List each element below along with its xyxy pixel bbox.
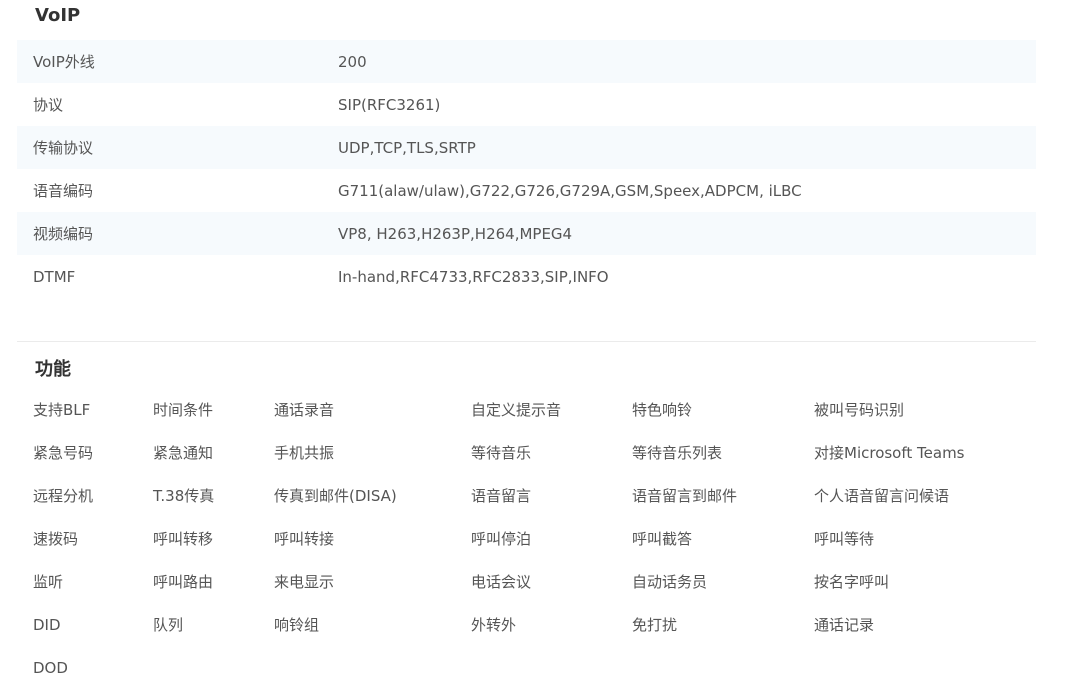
feature-item: 呼叫路由 xyxy=(153,573,214,591)
feature-item: 传真到邮件(DISA) xyxy=(274,487,397,505)
feature-item: 自定义提示音 xyxy=(471,401,562,419)
spec-row-audio-codec: 语音编码 G711(alaw/ulaw),G722,G726,G729A,GSM… xyxy=(17,169,1036,212)
spec-label: 传输协议 xyxy=(33,139,94,157)
feature-item: 呼叫停泊 xyxy=(471,530,532,548)
spec-label: 协议 xyxy=(33,96,64,114)
feature-item: 免打扰 xyxy=(632,616,678,634)
feature-item: 呼叫等待 xyxy=(814,530,875,548)
feature-item: 监听 xyxy=(33,573,64,591)
spec-row-transport: 传输协议 UDP,TCP,TLS,SRTP xyxy=(17,126,1036,169)
feature-item: 时间条件 xyxy=(153,401,214,419)
spec-row-dtmf: DTMF In-hand,RFC4733,RFC2833,SIP,INFO xyxy=(17,255,1036,298)
feature-item: 呼叫转移 xyxy=(153,530,214,548)
feature-item: 通话记录 xyxy=(814,616,875,634)
spec-value: UDP,TCP,TLS,SRTP xyxy=(338,138,476,157)
feature-item: 手机共振 xyxy=(274,444,335,462)
feature-item: 特色响铃 xyxy=(632,401,693,419)
feature-item: 速拨码 xyxy=(33,530,79,548)
spec-row-voip-lines: VoIP外线 200 xyxy=(17,40,1036,83)
feature-item: 对接Microsoft Teams xyxy=(814,444,965,462)
feature-item: 个人语音留言问候语 xyxy=(814,487,950,505)
feature-row: 监听 呼叫路由 来电显示 电话会议 自动话务员 按名字呼叫 xyxy=(33,561,1033,604)
feature-item: DOD xyxy=(33,659,68,677)
feature-item: 紧急通知 xyxy=(153,444,214,462)
feature-row: 速拨码 呼叫转移 呼叫转接 呼叫停泊 呼叫截答 呼叫等待 xyxy=(33,518,1033,561)
feature-item: 语音留言 xyxy=(471,487,532,505)
feature-item: 按名字呼叫 xyxy=(814,573,890,591)
feature-item: 等待音乐 xyxy=(471,444,532,462)
spec-value: In-hand,RFC4733,RFC2833,SIP,INFO xyxy=(338,267,609,286)
spec-label: 视频编码 xyxy=(33,225,94,243)
spec-row-protocol: 协议 SIP(RFC3261) xyxy=(17,83,1036,126)
feature-item: 呼叫截答 xyxy=(632,530,693,548)
feature-item: 被叫号码识别 xyxy=(814,401,905,419)
features-section-title: 功能 xyxy=(35,359,71,380)
feature-item: 远程分机 xyxy=(33,487,94,505)
spec-value: SIP(RFC3261) xyxy=(338,95,441,114)
spec-value: G711(alaw/ulaw),G722,G726,G729A,GSM,Spee… xyxy=(338,181,802,200)
feature-item: 电话会议 xyxy=(471,573,532,591)
section-divider xyxy=(17,341,1036,342)
feature-item: 响铃组 xyxy=(274,616,320,634)
feature-item: 通话录音 xyxy=(274,401,335,419)
spec-value: 200 xyxy=(338,52,367,71)
feature-item: 呼叫转接 xyxy=(274,530,335,548)
spec-label: VoIP外线 xyxy=(33,53,95,71)
feature-item: 等待音乐列表 xyxy=(632,444,723,462)
feature-item: 外转外 xyxy=(471,616,517,634)
feature-item: 自动话务员 xyxy=(632,573,708,591)
voip-section-title: VoIP xyxy=(35,5,81,26)
voip-spec-table: VoIP外线 200 协议 SIP(RFC3261) 传输协议 UDP,TCP,… xyxy=(17,40,1036,298)
feature-item: DID xyxy=(33,616,61,634)
feature-item: 紧急号码 xyxy=(33,444,94,462)
feature-row: 远程分机 T.38传真 传真到邮件(DISA) 语音留言 语音留言到邮件 个人语… xyxy=(33,475,1033,518)
feature-item: 来电显示 xyxy=(274,573,335,591)
feature-item: T.38传真 xyxy=(153,487,215,505)
feature-item: 支持BLF xyxy=(33,401,91,419)
feature-row: DID 队列 响铃组 外转外 免打扰 通话记录 xyxy=(33,604,1033,647)
feature-grid: 支持BLF 时间条件 通话录音 自定义提示音 特色响铃 被叫号码识别 紧急号码 … xyxy=(33,389,1033,690)
feature-row: 紧急号码 紧急通知 手机共振 等待音乐 等待音乐列表 对接Microsoft T… xyxy=(33,432,1033,475)
feature-item: 语音留言到邮件 xyxy=(632,487,738,505)
spec-label: 语音编码 xyxy=(33,182,94,200)
spec-label: DTMF xyxy=(33,267,76,286)
feature-row: DOD xyxy=(33,647,1033,690)
feature-item: 队列 xyxy=(153,616,184,634)
feature-row: 支持BLF 时间条件 通话录音 自定义提示音 特色响铃 被叫号码识别 xyxy=(33,389,1033,432)
spec-value: VP8, H263,H263P,H264,MPEG4 xyxy=(338,224,573,243)
spec-row-video-codec: 视频编码 VP8, H263,H263P,H264,MPEG4 xyxy=(17,212,1036,255)
